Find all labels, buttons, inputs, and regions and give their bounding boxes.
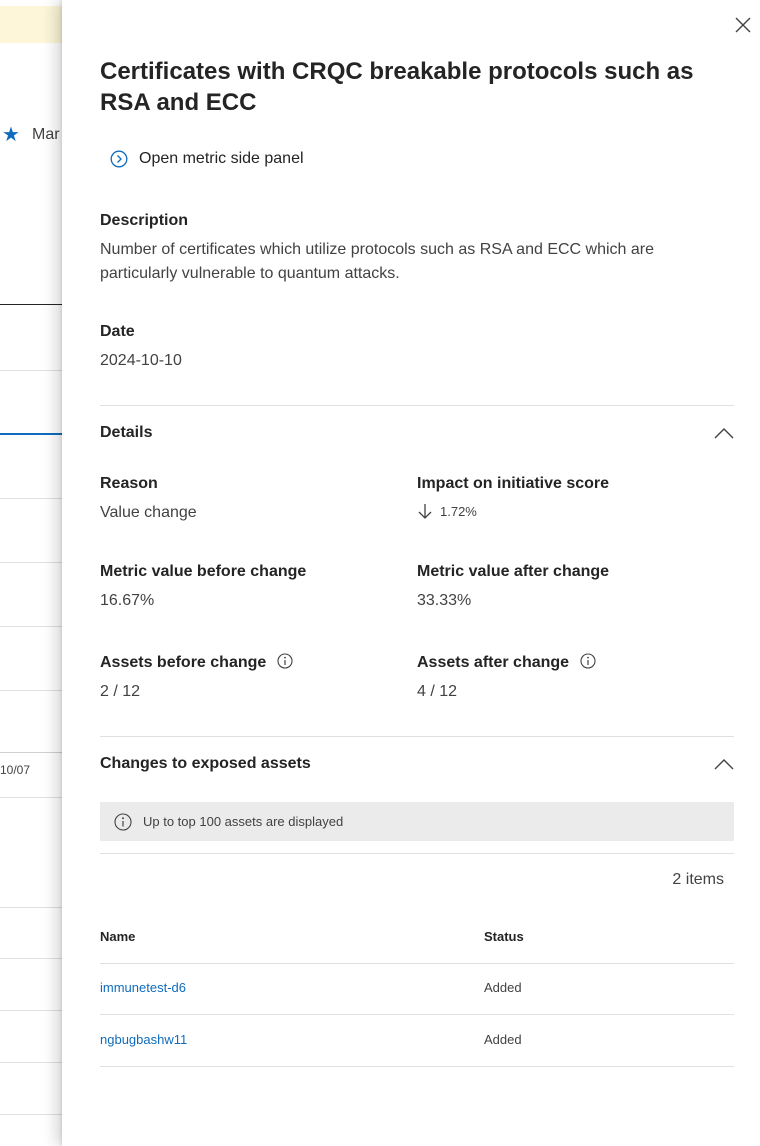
star-icon: ★ [2, 124, 20, 146]
background-row-line [0, 370, 62, 371]
background-axis-date: 10/07 [0, 763, 31, 777]
background-row-line [0, 690, 62, 691]
changes-section-header[interactable]: Changes to exposed assets [100, 752, 734, 776]
column-header-status[interactable]: Status [484, 929, 524, 944]
chevron-up-icon [714, 428, 734, 439]
asset-status: Added [484, 1032, 522, 1047]
metric-before-value: 16.67% [100, 592, 155, 609]
open-metric-side-panel-label: Open metric side panel [139, 150, 304, 167]
panel-title: Certificates with CRQC breakable protoco… [100, 58, 694, 116]
background-axis-line [0, 752, 62, 753]
background-page: ★ Mar 10/07 [0, 0, 62, 1146]
info-message-text: Up to top 100 assets are displayed [143, 814, 344, 829]
background-banner [0, 6, 62, 43]
table-header-divider [100, 963, 734, 964]
description-text: Number of certificates which utilize pro… [100, 241, 655, 282]
arrow-down-icon [418, 504, 432, 519]
impact-value: 1.72% [440, 504, 477, 519]
assets-after-label: Assets after change [417, 654, 570, 671]
table-top-divider [100, 853, 734, 854]
metric-after-value: 33.33% [417, 592, 472, 609]
background-row-line [0, 562, 62, 563]
metric-details-panel: Certificates with CRQC breakable protoco… [62, 0, 760, 1146]
info-icon[interactable] [277, 653, 293, 669]
impact-value-row: 1.72% [417, 503, 477, 520]
date-label: Date [100, 323, 135, 340]
assets-before-label-row: Assets before change [100, 653, 293, 673]
reason-value: Value change [100, 504, 197, 521]
assets-before-value: 2 / 12 [100, 683, 141, 700]
details-section-header[interactable]: Details [100, 421, 734, 445]
info-message-bar: Up to top 100 assets are displayed [100, 802, 734, 841]
background-mark-label: Mar [32, 126, 60, 143]
chevron-right-circle-icon [110, 150, 128, 168]
table-row-divider [100, 1014, 734, 1015]
changes-heading: Changes to exposed assets [100, 755, 311, 772]
asset-name-link[interactable]: ngbugbashw11 [100, 1032, 187, 1047]
close-button[interactable] [732, 14, 754, 36]
date-value: 2024-10-10 [100, 352, 182, 369]
chevron-up-icon [714, 759, 734, 770]
details-divider [100, 405, 734, 406]
background-row-line [0, 1010, 62, 1011]
background-row-line [0, 797, 62, 798]
assets-after-label-row: Assets after change [417, 653, 596, 673]
metric-after-label: Metric value after change [417, 563, 610, 580]
info-icon [114, 812, 132, 831]
background-row-line [0, 1114, 62, 1115]
details-heading: Details [100, 424, 153, 441]
asset-status: Added [484, 980, 522, 995]
background-chart-line [0, 433, 62, 435]
assets-after-value: 4 / 12 [417, 683, 458, 700]
changes-divider [100, 736, 734, 737]
background-row-line [0, 958, 62, 959]
description-label: Description [100, 212, 189, 229]
table-row-divider [100, 1066, 734, 1067]
items-count: 2 items [672, 871, 724, 888]
reason-label: Reason [100, 475, 158, 492]
asset-name-link[interactable]: immunetest-d6 [100, 980, 186, 995]
open-metric-side-panel-link[interactable]: Open metric side panel [110, 150, 304, 168]
column-header-name[interactable]: Name [100, 929, 135, 944]
background-row-line [0, 626, 62, 627]
background-divider [0, 304, 62, 305]
close-icon [735, 17, 751, 33]
assets-before-label: Assets before change [100, 654, 267, 671]
background-row-line [0, 498, 62, 499]
info-icon[interactable] [579, 653, 596, 669]
metric-before-label: Metric value before change [100, 563, 307, 580]
background-row-line [0, 1062, 62, 1063]
impact-label: Impact on initiative score [417, 475, 610, 492]
background-row-line [0, 907, 62, 908]
